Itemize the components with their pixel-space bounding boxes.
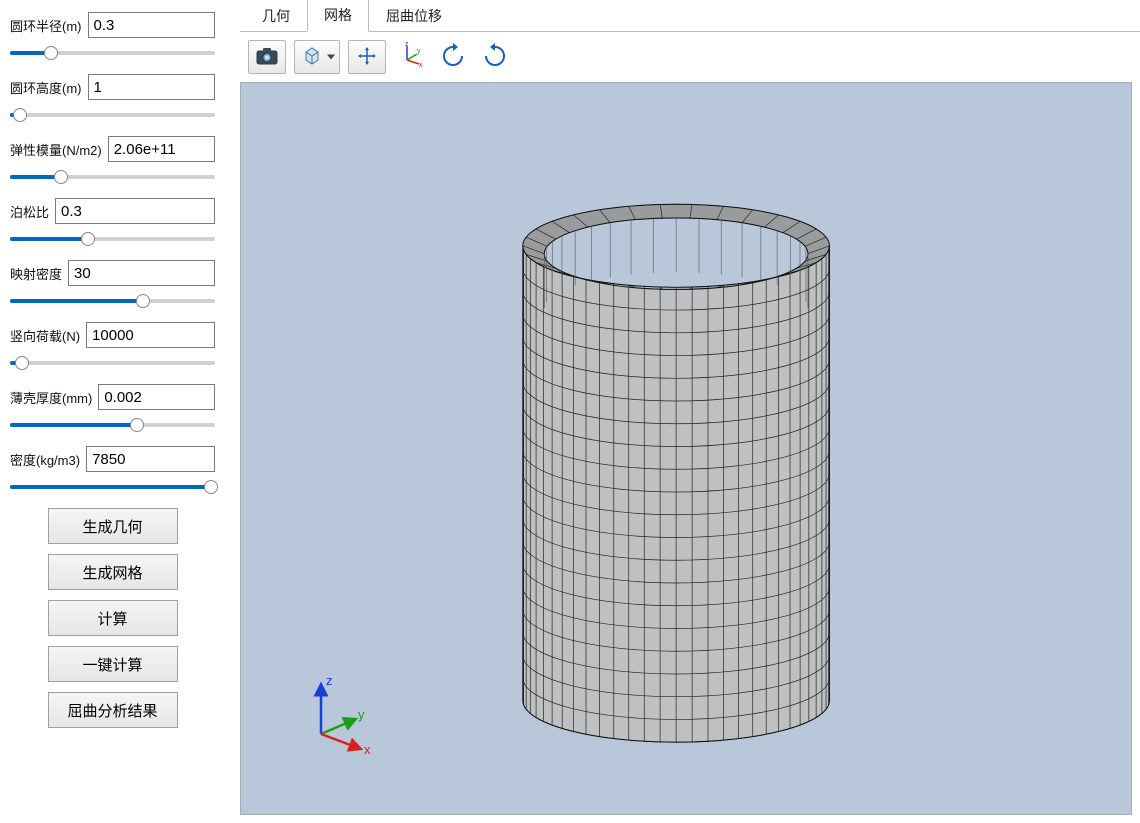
view-cube-button[interactable] (294, 40, 340, 74)
pan-button[interactable] (348, 40, 386, 74)
one-click-compute-button[interactable]: 一键计算 (48, 646, 178, 682)
param-label: 圆环半径(m) (10, 16, 82, 35)
param-input[interactable] (98, 384, 215, 410)
tab[interactable]: 屈曲位移 (369, 0, 459, 32)
svg-text:x: x (419, 62, 423, 69)
viewport-3d[interactable]: z y x (240, 82, 1132, 815)
param-row: 泊松比 (10, 198, 215, 248)
axis-z-label: z (326, 673, 333, 688)
param-row: 圆环半径(m) (10, 12, 215, 62)
param-input[interactable] (88, 74, 216, 100)
param-slider[interactable] (10, 230, 215, 248)
rotate-ccw-icon (440, 43, 466, 72)
param-slider[interactable] (10, 292, 215, 310)
param-slider[interactable] (10, 106, 215, 124)
axis-x-label: x (364, 742, 371, 757)
param-input[interactable] (86, 446, 215, 472)
param-slider[interactable] (10, 44, 215, 62)
svg-text:y: y (417, 48, 421, 55)
axes-icon: z x y (397, 42, 425, 73)
camera-icon (256, 47, 278, 68)
axis-y-label: y (358, 707, 365, 722)
param-slider[interactable] (10, 478, 215, 496)
chevron-down-icon (327, 55, 335, 60)
param-label: 薄壳厚度(mm) (10, 388, 92, 407)
screenshot-button[interactable] (248, 40, 286, 74)
sidebar: 圆环半径(m) 圆环高度(m) 弹性模量(N/m2) (0, 0, 225, 823)
param-slider[interactable] (10, 168, 215, 186)
compute-button[interactable]: 计算 (48, 600, 178, 636)
param-input[interactable] (86, 322, 215, 348)
orientation-triad: z y x (296, 669, 386, 759)
cube-icon (302, 46, 322, 69)
move-icon (357, 46, 377, 69)
param-label: 弹性模量(N/m2) (10, 140, 102, 159)
rotate-ccw-button[interactable] (436, 40, 470, 74)
param-label: 竖向荷载(N) (10, 326, 80, 345)
param-row: 弹性模量(N/m2) (10, 136, 215, 186)
param-row: 密度(kg/m3) (10, 446, 215, 496)
axes-indicator-button[interactable]: z x y (394, 40, 428, 74)
param-label: 密度(kg/m3) (10, 450, 80, 469)
generate-mesh-button[interactable]: 生成网格 (48, 554, 178, 590)
generate-geometry-button[interactable]: 生成几何 (48, 508, 178, 544)
main-area: 几何网格屈曲位移 (225, 0, 1140, 823)
tab-bar: 几何网格屈曲位移 (240, 0, 1140, 32)
param-row: 圆环高度(m) (10, 74, 215, 124)
rotate-cw-icon (482, 43, 508, 72)
param-input[interactable] (68, 260, 215, 286)
param-label: 映射密度 (10, 264, 62, 283)
param-row: 薄壳厚度(mm) (10, 384, 215, 434)
action-button-group: 生成几何 生成网格 计算 一键计算 屈曲分析结果 (10, 508, 215, 728)
tab[interactable]: 网格 (307, 0, 369, 32)
param-label: 泊松比 (10, 202, 49, 221)
tab[interactable]: 几何 (245, 0, 307, 32)
rotate-cw-button[interactable] (478, 40, 512, 74)
svg-text:z: z (405, 42, 409, 48)
param-row: 映射密度 (10, 260, 215, 310)
param-input[interactable] (88, 12, 216, 38)
param-slider[interactable] (10, 354, 215, 372)
param-row: 竖向荷载(N) (10, 322, 215, 372)
param-label: 圆环高度(m) (10, 78, 82, 97)
param-input[interactable] (55, 198, 215, 224)
viewport-toolbar: z x y (240, 32, 1140, 82)
param-input[interactable] (108, 136, 215, 162)
param-slider[interactable] (10, 416, 215, 434)
buckling-result-button[interactable]: 屈曲分析结果 (48, 692, 178, 728)
